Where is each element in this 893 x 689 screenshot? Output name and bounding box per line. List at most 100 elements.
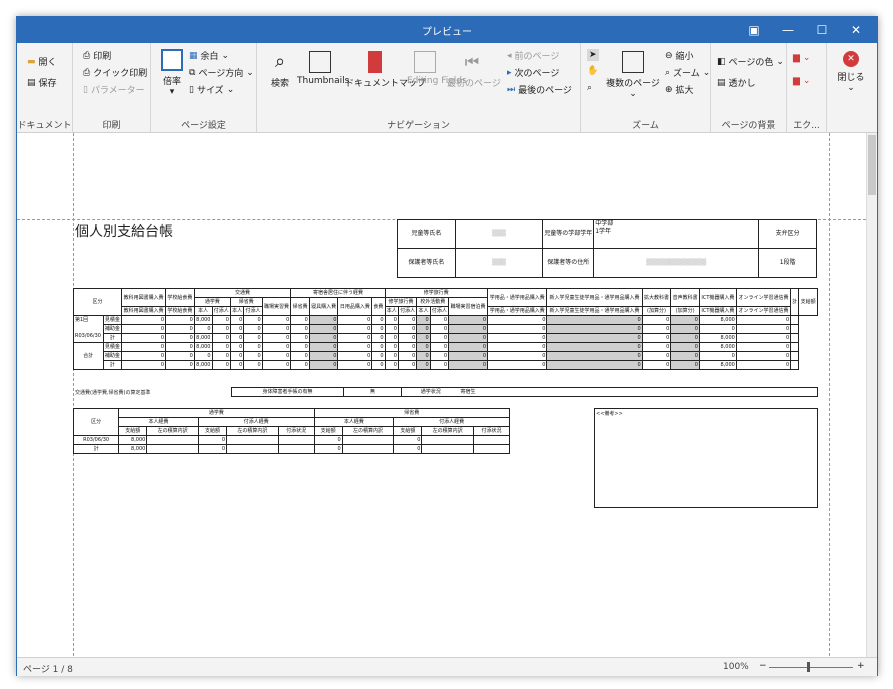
table-cell: 本人経費 (313, 417, 395, 427)
export-button[interactable]: ▆ ⌄ (793, 53, 810, 63)
value-cell: 0 (397, 315, 418, 325)
document-viewport[interactable]: 個人別支給台帳 児童等氏名 ▒▒▒ 児童等の学部学年 中学部 1学年 支弁区分 保… (17, 133, 866, 661)
value-cell: 0 (416, 342, 431, 352)
value-cell: 0 (211, 324, 231, 334)
zoom-out-button[interactable]: ⊖ 縮小 (665, 49, 694, 63)
value-cell: 0 (121, 351, 167, 361)
value-cell: 0 (670, 342, 700, 352)
size-button[interactable]: ▯ サイズ ⌄ (189, 83, 234, 97)
value-cell: 0 (546, 324, 643, 334)
parameters-button[interactable]: ▯ パラメーター (83, 83, 145, 97)
value-cell: 0 (416, 324, 431, 334)
table-cell: 校外活動費 (416, 297, 450, 307)
vertical-scrollbar[interactable] (866, 133, 877, 661)
open-button[interactable]: ▬ 開く (27, 55, 57, 69)
value-cell: 0 (429, 342, 450, 352)
multi-page-button[interactable]: 複数のページ ⌄ (603, 51, 663, 99)
send-button[interactable]: ▆ ⌄ (793, 76, 810, 86)
margins-icon: ▦ (189, 50, 198, 61)
maximize-button[interactable]: ☐ (805, 17, 839, 43)
restore-icon[interactable]: ▣ (737, 17, 771, 43)
remarks-box: <<備考>> (594, 408, 818, 508)
zoom-plus-button[interactable]: + (857, 661, 865, 671)
quick-print-button[interactable]: ⎙ クイック印刷 (83, 66, 147, 80)
table-cell: オンライン学習通信費 (735, 306, 792, 316)
value-cell: 0 (397, 324, 418, 334)
value-cell: 0 (290, 360, 310, 370)
next-page-button[interactable]: ▸ 次のページ (507, 66, 559, 80)
table-cell: 8,000 (118, 435, 148, 445)
table-cell (341, 435, 395, 445)
magnifier-tool[interactable]: ⌕ (587, 83, 592, 93)
table-cell: 付添人 (429, 306, 450, 316)
zoom-dropdown[interactable]: ⌕ ズーム ⌄ (665, 66, 710, 80)
title-bar: プレビュー ▣ — ☐ ✕ (17, 17, 877, 43)
value-cell: 0 (261, 324, 292, 334)
close-window-button[interactable]: ✕ (839, 17, 873, 43)
table-cell: 付添人 (397, 306, 418, 316)
value-cell: 0 (397, 360, 418, 370)
close-preview-button[interactable]: ✕ 閉じる ⌄ (835, 51, 867, 93)
paid-cell (790, 360, 800, 370)
value-cell: 8,000 (698, 315, 737, 325)
pointer-tool[interactable]: ➤ (587, 49, 599, 61)
value-cell: 0 (290, 342, 310, 352)
value-cell: 0 (121, 342, 167, 352)
first-page-button[interactable]: ⏮ 最初のページ (447, 51, 501, 89)
editing-fields-button[interactable]: Editing Fields (407, 51, 467, 86)
address-label: 保護者等の住所 (542, 248, 595, 278)
table-cell: 学校給食費 (165, 306, 195, 316)
table-cell: 左の積算内訳 (226, 426, 279, 436)
zoom-slider-track[interactable] (769, 667, 853, 668)
value-cell: 0 (698, 324, 737, 334)
minimize-button[interactable]: — (771, 17, 805, 43)
value-cell: 0 (416, 333, 431, 343)
value-cell: 0 (371, 342, 386, 352)
save-button[interactable]: ▤ 保存 (27, 76, 57, 90)
table-cell: 支給額 (197, 426, 228, 436)
value-cell: 0 (448, 324, 488, 334)
value-cell: 0 (416, 360, 431, 370)
print-button[interactable]: ⎙ 印刷 (83, 49, 111, 63)
orientation-button[interactable]: ⧉ ページ方向 ⌄ (189, 66, 254, 80)
table-cell (421, 435, 474, 445)
value-cell: 8,000 (698, 360, 737, 370)
thumbnails-button[interactable]: Thumbnails (297, 51, 349, 86)
group-label-print: 印刷 (102, 121, 121, 131)
table-cell: 支給額 (393, 426, 423, 436)
group-label-document: ドキュメント (17, 121, 72, 131)
margins-button[interactable]: ▦ 余白 ⌄ (189, 49, 229, 63)
value-cell: 0 (308, 333, 339, 343)
last-page-button[interactable]: ⏭ 最後のページ (507, 83, 572, 97)
search-button[interactable]: ⌕ 検索 (263, 51, 297, 89)
value-cell: 0 (261, 351, 292, 361)
value-cell: 0 (546, 360, 643, 370)
zoom-slider-thumb[interactable] (807, 662, 810, 672)
address-value: ▒▒▒▒▒▒▒▒▒▒▒▒▒ (593, 248, 760, 278)
value-cell: 0 (486, 333, 548, 343)
table-cell: 付添状況 (277, 426, 315, 436)
table-cell (277, 435, 315, 445)
hand-tool[interactable]: ✋ (587, 66, 598, 76)
doc-map-button[interactable]: ドキュメントマップ (345, 51, 426, 89)
thumbnails-icon (309, 51, 331, 73)
table-cell: 左の積算内訳 (146, 426, 199, 436)
group-label-page-setup: ページ設定 (181, 121, 226, 131)
page-color-button[interactable]: ◧ ページの色 ⌄ (717, 55, 784, 69)
guardian-value: ▒▒▒ (454, 248, 544, 278)
vertical-scroll-thumb[interactable] (868, 135, 876, 195)
scale-button[interactable]: 倍率 ▾ (157, 49, 187, 97)
total-label: 合計 (73, 342, 104, 370)
table-row: 第1回 R03/06/30 見積金 0 0 8,000 0 0 0 0 0 0 0 0 0 0 0 0 0 0 0 0 0 8… (73, 315, 818, 343)
value-cell: 0 (546, 351, 643, 361)
value-cell: 0 (337, 315, 373, 325)
zoom-in-button[interactable]: ⊕ 拡大 (665, 83, 694, 97)
col-transport: 交通費 (193, 288, 292, 298)
value-cell: 0 (243, 360, 263, 370)
watermark-button[interactable]: ▤ 透かし (717, 76, 756, 90)
group-export: ▆ ⌄ ▆ ⌄ エク... (787, 43, 827, 133)
prev-page-button[interactable]: ◂ 前のページ (507, 49, 559, 63)
value-cell: 0 (290, 333, 310, 343)
zoom-minus-button[interactable]: − (759, 661, 767, 671)
disability-value: 無 (343, 387, 402, 397)
